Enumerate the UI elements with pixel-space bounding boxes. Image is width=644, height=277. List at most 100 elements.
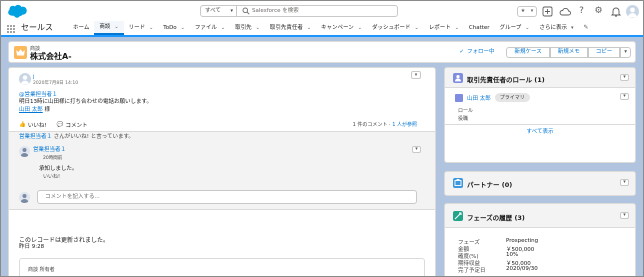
partners-card: パートナー (0) ▾	[444, 171, 636, 196]
primary-badge: プライマリ	[494, 93, 530, 102]
card-title[interactable]: 取引先責任者のロール (1)	[467, 74, 545, 84]
nav-item-tasks[interactable]: ToDo ⌄	[158, 21, 190, 35]
app-name: セールス	[21, 23, 53, 32]
nav-item-contacts[interactable]: 取引先責任者 ⌄	[265, 21, 316, 35]
field-label: 完了予定日	[458, 268, 486, 274]
comment-input[interactable]	[37, 190, 417, 204]
favorites-button[interactable]: ★ ▾	[517, 5, 537, 17]
chevron-down-icon[interactable]: ⌄	[149, 21, 153, 35]
app-navigation-bar: セールス ホーム 商談 ⌄ リード ⌄ ToDo ⌄ ファイル ⌄ 取引先 ⌄ 取引先責任…	[1, 21, 643, 37]
nav-item-home[interactable]: ホーム	[68, 21, 94, 35]
chevron-down-icon[interactable]: ⌄	[525, 21, 529, 35]
record-highlights-panel: 商談 株式会社A- ✓ フォロー中 新規ケース 新規メモ コピー ▾	[8, 41, 636, 63]
contact-role-link[interactable]: 山田 太郎	[467, 94, 491, 102]
liker-link[interactable]: 営業担当者１	[19, 134, 52, 140]
comment-body: 承知しました。	[39, 166, 78, 172]
nav-items: ホーム 商談 ⌄ リード ⌄ ToDo ⌄ ファイル ⌄ 取引先 ⌄ 取引先責任者 ⌄ キャ…	[68, 21, 594, 35]
contact-role-icon	[453, 73, 463, 83]
post-menu-button[interactable]: ▾	[411, 71, 421, 79]
nav-item-label: さらに表示	[539, 25, 567, 31]
comment-author-link[interactable]: 営業担当者１	[33, 145, 66, 153]
view-count-link[interactable]: 1 人が参照	[392, 122, 417, 128]
nav-item-dashboards[interactable]: ダッシュボード ⌄	[367, 21, 424, 35]
view-all-link[interactable]: すべて表示	[445, 124, 635, 138]
follow-button[interactable]: ✓ フォロー中	[459, 47, 494, 58]
card-header: フェーズの履歴 (3) ▾	[445, 204, 635, 228]
comment-menu-button[interactable]: ▾	[412, 146, 421, 153]
nav-item-chatter[interactable]: Chatter	[464, 21, 495, 35]
chevron-down-icon[interactable]: ⌄	[358, 21, 362, 35]
user-avatar-icon	[20, 75, 30, 85]
nav-item-more[interactable]: さらに表示 ▾	[534, 21, 578, 35]
chevron-down-icon: ▾	[230, 8, 233, 14]
star-icon: ★	[520, 8, 526, 14]
chevron-down-icon: ▾	[530, 8, 534, 14]
global-actions-button[interactable]	[541, 5, 554, 18]
search-scope-label: すべて	[205, 8, 221, 14]
app-window: すべて ▾ ★ ▾ ? ⚙	[0, 0, 644, 277]
guidance-center-button[interactable]	[558, 5, 571, 18]
field-value: 10%	[506, 252, 519, 258]
new-case-button[interactable]: 新規ケース	[506, 47, 550, 58]
contact-role-row: 山田 太郎 プライマリ	[455, 93, 530, 102]
setup-button[interactable]: ⚙	[592, 5, 605, 18]
nav-item-leads[interactable]: リード ⌄	[124, 21, 159, 35]
user-avatar[interactable]	[626, 4, 639, 18]
post-author-avatar[interactable]	[19, 73, 31, 85]
app-launcher-icon[interactable]	[7, 25, 15, 33]
chevron-down-icon[interactable]: ⌄	[256, 21, 260, 35]
like-button[interactable]: 👍 いいね!	[19, 121, 47, 129]
chevron-down-icon[interactable]: ⌄	[181, 21, 185, 35]
card-menu-button[interactable]: ▾	[620, 179, 629, 186]
user-avatar-icon	[20, 194, 29, 203]
follow-button-label: フォロー中	[466, 49, 495, 55]
chevron-down-icon[interactable]: ⌄	[414, 21, 418, 35]
more-actions-button[interactable]: ▾	[620, 47, 631, 58]
comment-icon: 💬	[56, 122, 64, 128]
comment-time[interactable]: 20時間前	[43, 155, 62, 161]
search-input[interactable]	[239, 6, 397, 16]
title-field-label: 役職	[458, 116, 469, 122]
user-avatar-icon	[628, 7, 637, 17]
chevron-down-icon[interactable]: ⌄	[221, 21, 225, 35]
post-timestamp[interactable]: 2020年7月8日 14:10	[33, 80, 78, 86]
nav-item-groups[interactable]: グループ ⌄	[495, 21, 535, 35]
chevron-down-icon: ▾	[570, 25, 574, 31]
comment-author-avatar[interactable]	[19, 146, 30, 157]
nav-item-label: Chatter	[468, 25, 490, 31]
contact-link[interactable]: 山田 太郎	[19, 107, 43, 113]
card-title[interactable]: パートナー (0)	[467, 179, 512, 189]
card-title[interactable]: フェーズの履歴 (3)	[467, 212, 525, 222]
nav-item-label: ダッシュボード	[371, 25, 411, 31]
clone-button[interactable]: コピー	[587, 47, 621, 58]
notifications-button[interactable]	[609, 5, 622, 18]
chevron-down-icon[interactable]: ⌄	[114, 20, 118, 34]
nav-item-campaigns[interactable]: キャンペーン ⌄	[316, 21, 367, 35]
chevron-down-icon[interactable]: ⌄	[455, 21, 459, 35]
comment-button[interactable]: 💬 コメント	[57, 121, 88, 129]
cloud-icon	[559, 7, 571, 15]
nav-item-opportunities[interactable]: 商談 ⌄	[94, 20, 124, 35]
card-menu-button[interactable]: ▾	[620, 74, 629, 81]
comment-composer	[9, 186, 435, 210]
nav-edit-button[interactable]: ✎	[578, 21, 593, 35]
nav-item-reports[interactable]: レポート ⌄	[424, 21, 464, 35]
nav-item-label: ToDo	[163, 25, 177, 31]
salesforce-logo-icon[interactable]	[6, 4, 28, 18]
card-menu-button[interactable]: ▾	[620, 212, 629, 219]
nav-item-files[interactable]: ファイル ⌄	[190, 21, 230, 35]
new-note-button[interactable]: 新規メモ	[549, 47, 588, 58]
chevron-down-icon[interactable]: ⌄	[307, 21, 311, 35]
chevron-down-icon: ▾	[624, 49, 627, 55]
global-search: すべて ▾	[200, 5, 398, 17]
help-button[interactable]: ?	[575, 5, 588, 18]
record-actions: ✓ フォロー中 新規ケース 新規メモ コピー ▾	[459, 47, 631, 58]
comment-like-button[interactable]: いいね!	[43, 173, 60, 180]
update-date[interactable]: 昨日 9:28	[19, 242, 44, 250]
search-scope-dropdown[interactable]: すべて ▾	[201, 6, 237, 16]
nav-item-accounts[interactable]: 取引先 ⌄	[230, 21, 265, 35]
nav-item-label: キャンペーン	[321, 25, 354, 31]
row-menu-button[interactable]: ▾	[620, 93, 629, 100]
nav-item-label: リード	[128, 25, 146, 31]
chevron-down-icon: ▾	[623, 179, 626, 185]
